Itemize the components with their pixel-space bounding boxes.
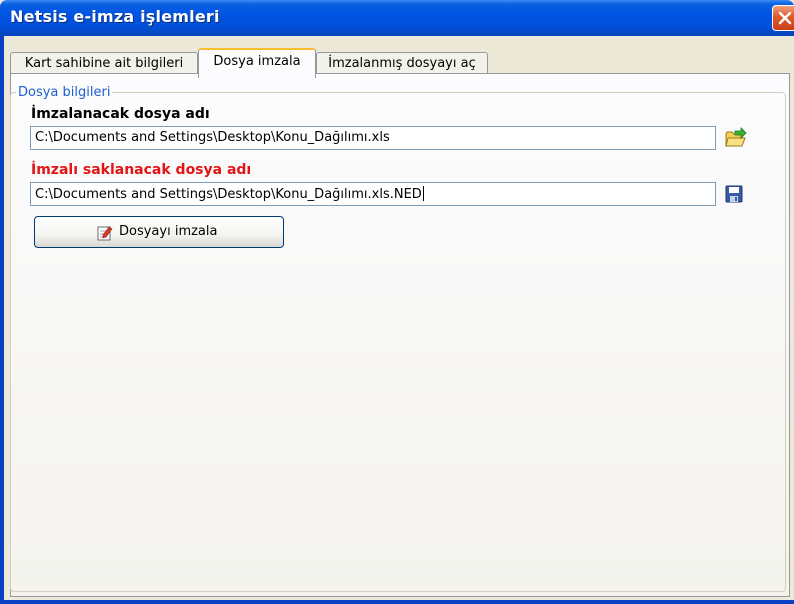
group-legend: Dosya bilgileri xyxy=(16,85,113,100)
title-bar[interactable]: Netsis e-imza işlemleri xyxy=(0,0,794,36)
save-disk-icon xyxy=(725,185,743,203)
sign-document-icon xyxy=(97,225,113,245)
sign-file-button-label: Dosyayı imzala xyxy=(119,224,218,239)
close-icon xyxy=(778,11,792,25)
text-caret xyxy=(422,186,424,201)
source-file-input[interactable]: C:\Documents and Settings\Desktop\Konu_D… xyxy=(30,126,716,150)
app-window: Netsis e-imza işlemleri Kart sahibine ai… xyxy=(0,0,794,604)
browse-source-button[interactable] xyxy=(724,126,748,150)
target-file-input[interactable]: C:\Documents and Settings\Desktop\Konu_D… xyxy=(30,182,716,206)
window-title: Netsis e-imza işlemleri xyxy=(10,7,220,26)
sign-file-button[interactable]: Dosyayı imzala xyxy=(34,216,284,248)
client-area: Kart sahibine ait bilgileri Dosya imzala… xyxy=(4,36,794,600)
target-file-value: C:\Documents and Settings\Desktop\Konu_D… xyxy=(35,187,422,202)
source-file-value: C:\Documents and Settings\Desktop\Konu_D… xyxy=(35,130,390,145)
source-file-label: İmzalanacak dosya adı xyxy=(31,106,210,122)
save-target-button[interactable] xyxy=(724,184,748,208)
window-frame-bottom xyxy=(0,600,794,604)
open-folder-icon xyxy=(725,127,747,147)
target-file-label: İmzalı saklanacak dosya adı xyxy=(31,162,252,178)
close-button[interactable] xyxy=(772,5,794,31)
tab-sign-file[interactable]: Dosya imzala xyxy=(198,48,316,78)
